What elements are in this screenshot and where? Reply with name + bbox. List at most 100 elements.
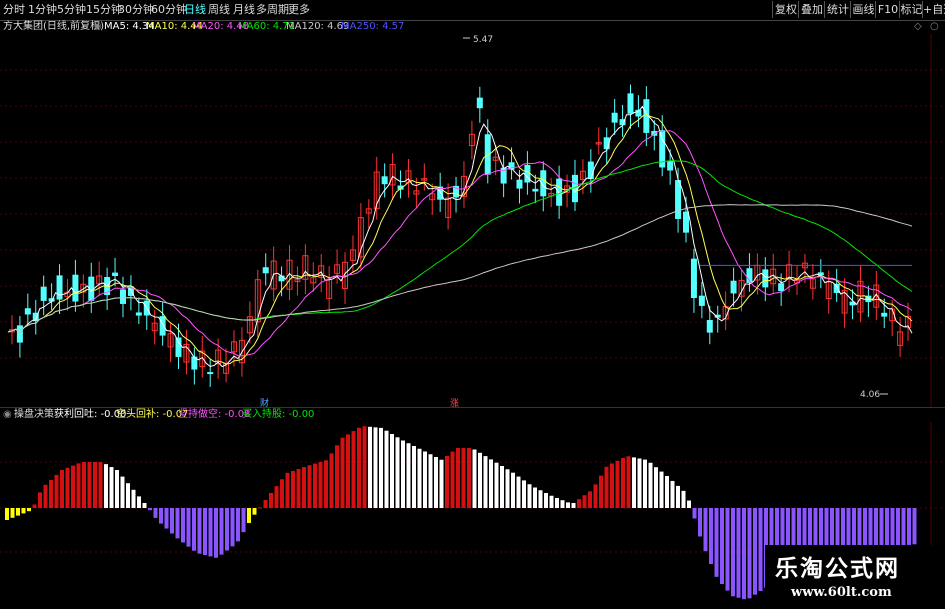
histogram-bar [241,508,246,533]
histogram-bar [632,457,636,508]
tab-0[interactable]: 分时 [3,2,25,17]
histogram-bar [868,508,873,550]
circle-icon[interactable]: ○ [930,20,939,34]
histogram-bar [159,508,163,524]
histogram-bar [263,500,268,508]
watermark-title: 乐淘公式网 [775,556,900,582]
tab-2[interactable]: 5分钟 [57,2,86,17]
histogram-bar [659,471,664,508]
histogram-bar [346,434,350,508]
toolbar-button-2[interactable]: 统计 [824,1,851,18]
tab-10[interactable]: 更多 [288,2,310,17]
candlestick-chart: 5.474.06财涨 [0,34,945,408]
ma120-value: MA120: 4.69 [286,21,350,32]
histogram-bar [692,508,697,519]
histogram-bar [285,472,290,508]
histogram-bar [252,508,257,515]
watermark-url: www.60lt.com [791,585,892,600]
histogram-bar [115,470,119,508]
histogram-bar [274,486,279,508]
histogram-bar [912,508,917,545]
histogram-bar [577,499,581,508]
indicator-settings-icon[interactable]: ◉ [3,408,12,422]
diamond-icon[interactable]: ◇ [914,20,922,34]
candle-body [532,188,539,192]
settings-icon[interactable]: ◉ [93,20,102,34]
histogram-bar [670,480,675,508]
histogram-bar [230,508,235,547]
histogram-bar [32,504,37,508]
histogram-bar [593,484,598,508]
histogram-bar [368,426,372,508]
toolbar-button-1[interactable]: 叠加 [798,1,825,18]
tab-1[interactable]: 1分钟 [28,2,57,17]
indicator-name: 操盘决策 [14,409,54,420]
histogram-bar [582,495,587,508]
toolbar-button-3[interactable]: 画线 [850,1,876,18]
tab-5[interactable]: 60分钟 [151,2,187,17]
histogram-bar [571,502,576,508]
histogram-bar [566,502,570,508]
histogram-bar [384,430,389,508]
histogram-bar [142,503,147,508]
histogram-bar [698,508,702,537]
low-marker-label: 4.06 [860,390,880,400]
histogram-bar [445,456,449,508]
histogram-bar [87,462,92,508]
histogram-bar [318,461,323,508]
histogram-bar [533,487,537,508]
tab-9[interactable]: 多周期 [256,2,289,17]
histogram-bar [588,491,592,508]
tab-6[interactable]: 日线 [184,2,206,17]
candle-body [262,267,269,274]
candle-body [730,280,737,294]
histogram-bar [335,445,339,508]
toolbar-button-0[interactable]: 复权 [772,1,799,18]
candle-body [762,269,769,288]
candle-body [24,308,31,315]
tab-8[interactable]: 月线 [233,2,255,17]
histogram-bar [742,508,746,600]
histogram-bar [291,470,295,508]
histogram-bar [258,507,262,509]
histogram-bar [736,508,741,598]
histogram-bar [313,463,317,508]
tab-7[interactable]: 周线 [208,2,230,17]
candle-body [516,179,523,189]
histogram-bar [137,496,141,508]
histogram-bar [236,508,240,542]
candle-body [72,274,79,302]
histogram-bar [615,460,620,508]
histogram-bar [417,448,422,508]
histogram-bar [758,508,763,591]
candle-body [675,180,682,219]
tab-4[interactable]: 30分钟 [118,2,154,17]
histogram-bar [351,431,356,508]
candle-body [524,164,531,183]
toolbar-button-6[interactable]: +自选 [922,1,945,18]
histogram-bar [104,464,108,508]
histogram-bar [181,508,185,543]
histogram-bar [731,508,735,597]
candle-body [56,275,63,300]
histogram-bar [494,462,499,508]
indicator-v4: 买入持股: -0.00 [242,409,315,420]
histogram-bar [599,475,603,508]
histogram-bar [890,508,895,547]
histogram-bar [467,448,471,508]
histogram-bar [38,492,42,508]
histogram-bar [665,476,669,508]
histogram-bar [549,495,554,508]
histogram-bar [544,493,548,508]
histogram-bar [511,472,515,508]
toolbar-button-5[interactable]: 标记 [899,1,923,18]
histogram-bar [362,426,367,508]
candle-body [16,325,23,343]
candle-body [135,312,142,316]
tab-3[interactable]: 15分钟 [86,2,122,17]
histogram-bar [472,449,477,508]
ma120-line [7,204,913,334]
toolbar-button-4[interactable]: F10 [875,1,900,18]
histogram-bar [714,508,719,577]
histogram-bar [648,462,653,508]
